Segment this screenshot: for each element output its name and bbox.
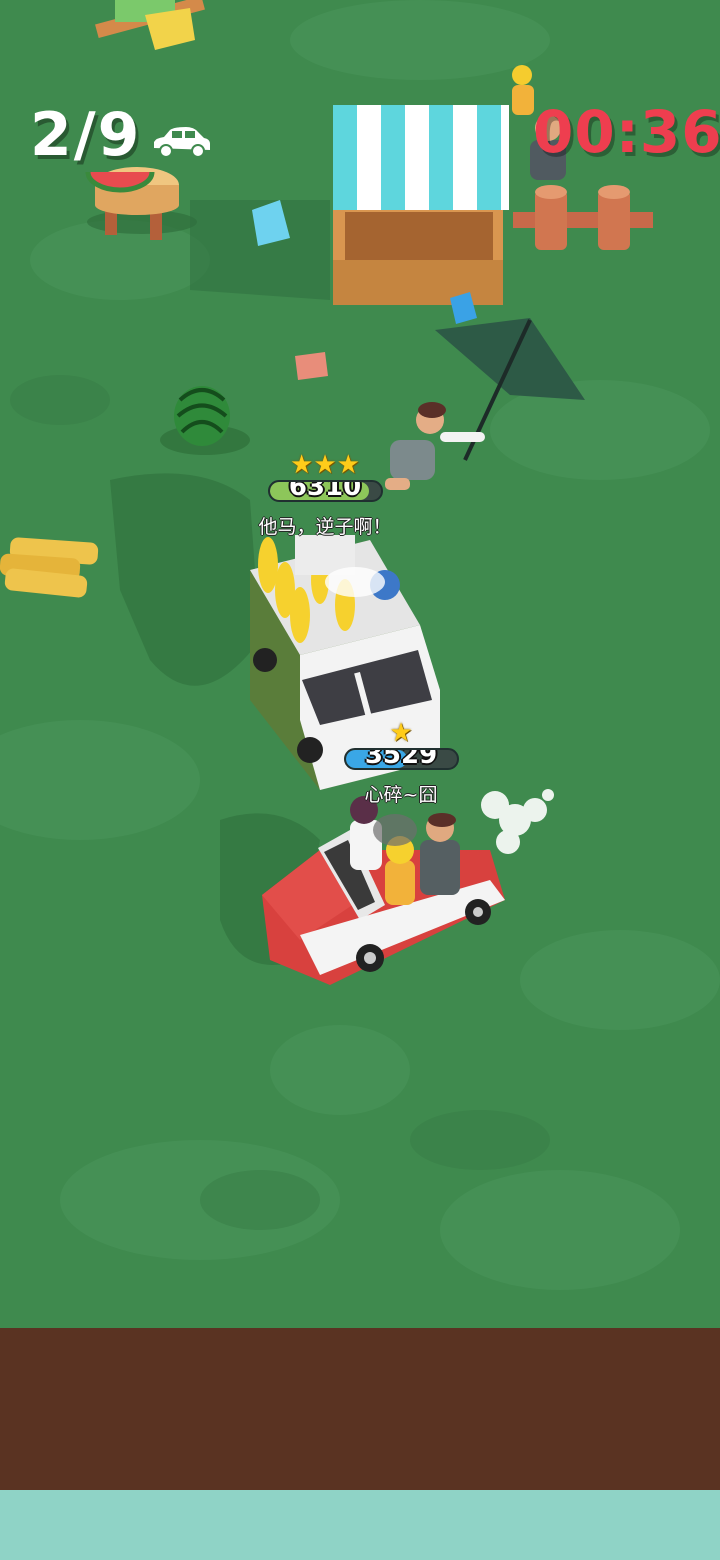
opponent-score: 6310	[288, 480, 362, 502]
opponent-tag: ★★★ 6310 他马，逆子啊！	[240, 452, 410, 539]
player-name: 心碎~囧	[364, 784, 438, 806]
player-star-icon: ★	[389, 718, 413, 748]
countdown-timer: 00:36	[533, 98, 720, 166]
player-tag: ★ 3529 心碎~囧	[316, 720, 486, 807]
dirt-band	[0, 1328, 720, 1490]
opponent-star-icons: ★★★	[290, 450, 360, 480]
cars-progress-counter: 2/9	[30, 100, 142, 170]
water-band	[0, 1490, 720, 1560]
player-score-bar: 3529	[343, 748, 459, 770]
opponent-score-bar: 6310	[267, 480, 383, 502]
game-scene	[0, 0, 720, 1330]
car-icon	[154, 127, 210, 158]
player-score: 3529	[364, 748, 438, 770]
opponent-name: 他马，逆子啊！	[258, 516, 392, 538]
